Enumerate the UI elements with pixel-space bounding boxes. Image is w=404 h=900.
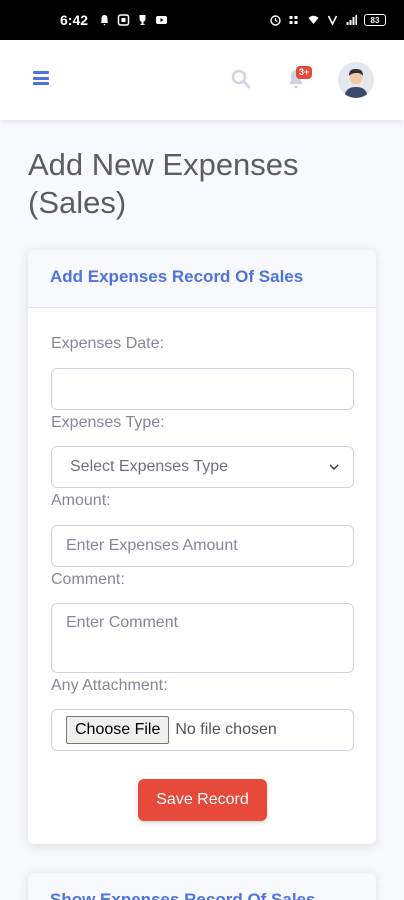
attachment-label: Any Attachment: [51,677,168,694]
choose-file-button[interactable]: Choose File [66,716,170,744]
alarm-icon [270,15,281,26]
add-expense-card: Add Expenses Record Of Sales Expenses Da… [28,250,376,844]
status-bar: 6:42 83 [0,0,404,40]
chevron-down-icon [329,464,339,470]
notification-icons [98,14,168,26]
amount-label: Amount: [51,492,111,509]
card-title: Add Expenses Record Of Sales [50,267,304,286]
amount-input[interactable] [51,525,354,567]
expenses-date-label: Expenses Date: [51,335,164,352]
records-card-title[interactable]: Show Expenses Record Of Sales [50,890,354,900]
expenses-date-input[interactable] [51,368,354,410]
expenses-type-select[interactable]: Select Expenses Type [51,446,354,488]
attachment-file-input: Choose File No file chosen [51,709,354,751]
expenses-type-label: Expenses Type: [51,414,165,431]
comment-label: Comment: [51,571,125,588]
youtube-icon [156,16,168,24]
data-speed-icon [289,16,298,24]
expenses-type-selected: Select Expenses Type [70,458,229,475]
file-status-text: No file chosen [175,721,277,738]
card-header: Add Expenses Record Of Sales [28,250,376,308]
search-icon[interactable] [231,69,251,89]
comment-textarea[interactable] [51,603,354,673]
page-title: Add New Expenses (Sales) [28,147,299,220]
battery-icon: 83 [364,14,386,26]
trophy-icon [139,15,146,25]
signal-icon [346,15,357,25]
save-record-button[interactable]: Save Record [138,779,267,821]
system-icons: 83 [269,14,386,26]
wifi-icon [308,15,319,24]
volte-icon [327,15,338,26]
top-navbar: 3+ [0,40,404,120]
notification-count-badge: 3+ [296,66,313,79]
clock: 6:42 [60,12,89,28]
bell-notification-icon [100,15,109,26]
user-avatar-icon [338,62,374,98]
expense-records-card: Show Expenses Record Of Sales [28,873,376,900]
menu-toggle-icon[interactable] [33,71,49,85]
user-avatar[interactable] [338,62,374,98]
app-notification-icon [117,14,130,26]
